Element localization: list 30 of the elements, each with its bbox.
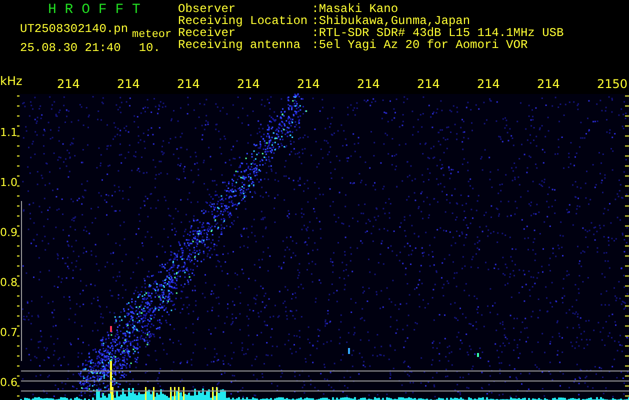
- frequency-label: 214: [297, 77, 320, 91]
- info-label: Receiving Location: [178, 15, 308, 27]
- date-time: 25.08.30 21:40: [20, 42, 121, 55]
- axis-label: 1.0: [0, 176, 18, 189]
- info-value: :Shibukawa,Gunma,Japan: [312, 15, 472, 27]
- axis-label: 0.7: [0, 326, 18, 339]
- frequency-label: 214: [537, 77, 560, 91]
- axis-unit: kHz: [0, 76, 22, 88]
- info-label: Receiving antenna: [178, 39, 302, 51]
- frequency-label: 214: [237, 77, 260, 91]
- axis-label: 0.8: [0, 276, 18, 289]
- axis-label: 0.6: [0, 376, 18, 389]
- frequency-label: 214: [117, 77, 140, 91]
- app-title: H R O F F T: [47, 3, 142, 17]
- info-label: Receiver: [178, 27, 236, 39]
- frequency-label: 2150: [597, 77, 628, 91]
- frequency-label: 214: [357, 77, 380, 91]
- event-tag: meteor: [132, 29, 172, 41]
- frequency-label: 214: [477, 77, 500, 91]
- axis-label: 0.9: [0, 226, 18, 239]
- axis-label: 1.1: [0, 126, 18, 139]
- info-value: :5el Yagi Az 20 for Aomori VOR: [312, 39, 529, 51]
- count: 10.: [138, 42, 160, 55]
- file-name: UT2508302140.pn: [20, 23, 128, 36]
- info-value: :Masaki Kano: [312, 3, 398, 15]
- info-value: :RTL-SDR SDR# 43dB L15 114.1MHz USB: [312, 27, 564, 39]
- frequency-label: 214: [57, 77, 80, 91]
- info-label: Observer: [178, 3, 236, 15]
- frequency-label: 214: [417, 77, 440, 91]
- frequency-label: 214: [177, 77, 200, 91]
